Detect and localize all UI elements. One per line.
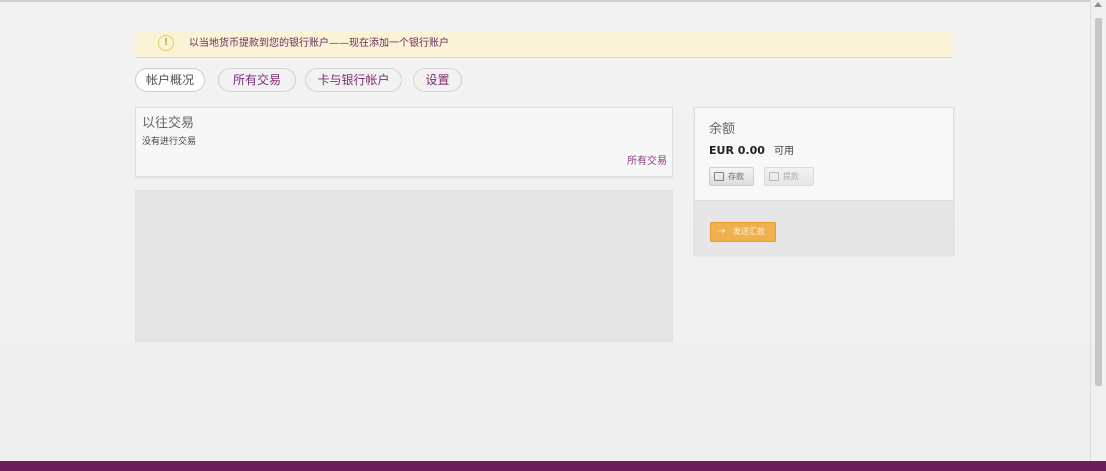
- tab-account-overview[interactable]: 帐户概况: [135, 68, 205, 92]
- recent-transactions-panel: 以往交易 没有进行交易 所有交易: [135, 107, 673, 177]
- bank-account-notice[interactable]: ! 以当地货币提款到您的银行账户——现在添加一个银行账户: [136, 31, 952, 58]
- send-money-label: 发送汇款: [733, 227, 765, 236]
- tab-label: 所有交易: [232, 73, 281, 87]
- balance-title: 余额: [709, 122, 736, 137]
- deposit-button[interactable]: 存款: [709, 167, 754, 186]
- top-border: [0, 0, 1106, 2]
- deposit-button-label: 存款: [728, 172, 744, 181]
- balance-amount: EUR 0.00: [709, 144, 765, 157]
- tab-settings[interactable]: 设置: [413, 68, 462, 92]
- withdraw-button[interactable]: 提款: [764, 167, 814, 186]
- tab-all-transactions[interactable]: 所有交易: [218, 68, 296, 92]
- footer-band: [0, 461, 1106, 471]
- no-transactions-text: 没有进行交易: [142, 137, 197, 147]
- all-transactions-link[interactable]: 所有交易: [627, 156, 667, 168]
- tab-label: 卡与银行帐户: [317, 73, 390, 87]
- scrollbar-thumb[interactable]: [1095, 18, 1102, 386]
- balance-summary: 余额 EUR 0.00 可用 存款 提款: [695, 108, 953, 199]
- tab-label: 设置: [425, 73, 450, 87]
- balance-card: 余额 EUR 0.00 可用 存款 提款 ⇢ 发送汇款: [694, 107, 954, 255]
- transactions-empty-area: [135, 190, 673, 342]
- send-money-button[interactable]: ⇢ 发送汇款: [710, 222, 776, 242]
- balance-status: 可用: [773, 146, 794, 157]
- withdraw-button-label: 提款: [783, 172, 799, 181]
- notice-text[interactable]: 以当地货币提款到您的银行账户——现在添加一个银行账户: [189, 37, 449, 51]
- deposit-icon: [714, 172, 724, 181]
- tab-label: 帐户概况: [145, 73, 194, 87]
- wallet-overview-page: ! 以当地货币提款到您的银行账户——现在添加一个银行账户 帐户概况 所有交易 卡…: [0, 0, 1106, 471]
- tab-cards-bank-accounts[interactable]: 卡与银行帐户: [305, 68, 402, 92]
- send-icon: ⇢: [717, 226, 726, 237]
- balance-row: EUR 0.00 可用: [709, 143, 794, 158]
- info-icon: !: [158, 35, 174, 51]
- scroll-up-arrow-icon[interactable]: [1094, 2, 1102, 7]
- withdraw-icon: [769, 172, 779, 181]
- vertical-scrollbar[interactable]: [1090, 0, 1106, 471]
- recent-transactions-title: 以往交易: [142, 116, 195, 131]
